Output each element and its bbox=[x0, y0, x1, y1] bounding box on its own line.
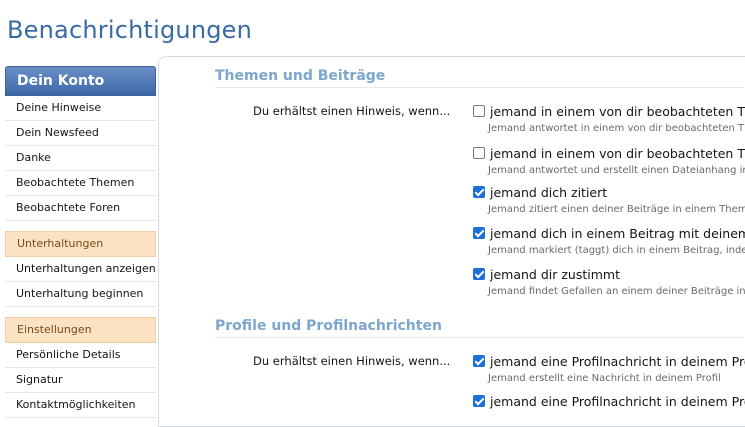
checkbox[interactable] bbox=[473, 395, 485, 407]
sidebar-item-beobachtete-themen[interactable]: Beobachtete Themen bbox=[5, 171, 156, 196]
page-title: Benachrichtigungen bbox=[7, 16, 253, 44]
option-label: jemand eine Profilnachricht in deinem Pr… bbox=[490, 394, 745, 409]
section-title-themen: Themen und Beiträge bbox=[215, 68, 386, 84]
option-label: jemand dir zustimmt bbox=[490, 267, 620, 282]
checkbox[interactable] bbox=[473, 186, 485, 198]
section-divider bbox=[215, 87, 744, 88]
sidebar: Dein Konto Deine Hinweise Dein Newsfeed … bbox=[5, 66, 156, 418]
option-label: jemand dich in einem Beitrag mit deinem … bbox=[490, 226, 745, 241]
sidebar-item-persoenliche-details[interactable]: Persönliche Details bbox=[5, 343, 156, 368]
sidebar-item-beobachtete-foren[interactable]: Beobachtete Foren bbox=[5, 196, 156, 221]
sidebar-item-deine-hinweise[interactable]: Deine Hinweise bbox=[5, 96, 156, 121]
option-hint: Jemand findet Gefallen an einem deiner B… bbox=[488, 286, 745, 297]
option-hint: Jemand markiert (taggt) dich in einem Be… bbox=[488, 245, 745, 256]
checkbox[interactable] bbox=[473, 227, 485, 239]
section-divider bbox=[215, 337, 744, 338]
checkbox[interactable] bbox=[473, 105, 485, 117]
checkbox[interactable] bbox=[473, 268, 485, 280]
option-label: jemand eine Profilnachricht in deinem Pr… bbox=[490, 354, 745, 369]
notify-row-label: Du erhältst einen Hinweis, wenn... bbox=[253, 354, 451, 368]
option-hint: Jemand antwortet in einem von dir beobac… bbox=[488, 123, 745, 134]
notify-row-label: Du erhältst einen Hinweis, wenn... bbox=[253, 104, 451, 118]
sidebar-item-kontaktmoeglichkeiten[interactable]: Kontaktmöglichkeiten bbox=[5, 393, 156, 418]
settings-panel: Themen und Beiträge Du erhältst einen Hi… bbox=[158, 56, 745, 427]
checkbox[interactable] bbox=[473, 147, 485, 159]
sidebar-section-unterhaltungen: Unterhaltungen bbox=[5, 231, 156, 257]
sidebar-item-unterhaltung-beginnen[interactable]: Unterhaltung beginnen bbox=[5, 282, 156, 307]
sidebar-item-unterhaltungen-anzeigen[interactable]: Unterhaltungen anzeigen bbox=[5, 257, 156, 282]
section-title-profile: Profile und Profilnachrichten bbox=[215, 318, 442, 334]
option-hint: Jemand zitiert einen deiner Beiträge in … bbox=[488, 204, 745, 215]
sidebar-item-dein-newsfeed[interactable]: Dein Newsfeed bbox=[5, 121, 156, 146]
checkbox[interactable] bbox=[473, 355, 485, 367]
option-label: jemand in einem von dir beobachteten The… bbox=[490, 104, 745, 119]
sidebar-item-danke[interactable]: Danke bbox=[5, 146, 156, 171]
sidebar-item-signatur[interactable]: Signatur bbox=[5, 368, 156, 393]
option-label: jemand in einem von dir beobachteten The… bbox=[490, 146, 745, 161]
sidebar-heading[interactable]: Dein Konto bbox=[5, 66, 156, 96]
option-hint: Jemand erstellt eine Nachricht in deinem… bbox=[488, 373, 721, 384]
sidebar-section-einstellungen: Einstellungen bbox=[5, 317, 156, 343]
option-label: jemand dich zitiert bbox=[490, 185, 608, 200]
option-hint: Jemand antwortet und erstellt einen Date… bbox=[488, 165, 745, 176]
